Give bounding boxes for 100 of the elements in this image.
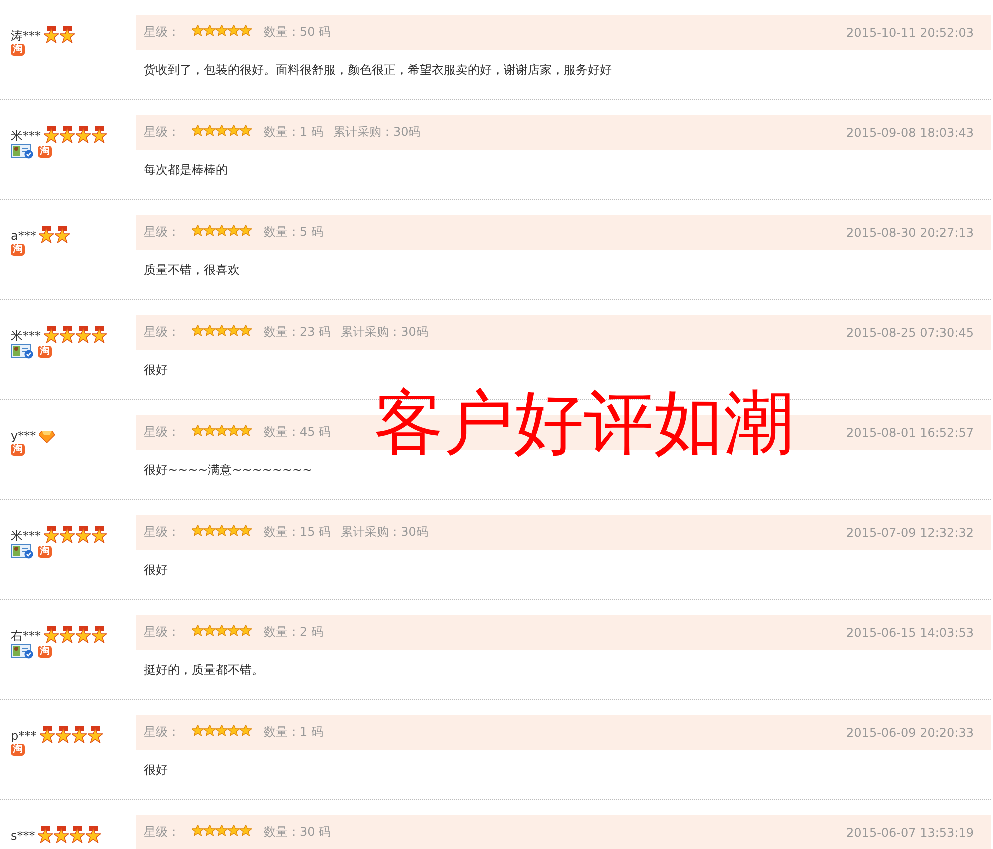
user-name: 涛*** <box>11 29 41 43</box>
star-icon <box>228 725 240 736</box>
medal-icon <box>55 226 70 243</box>
taobao-badge: 淘 <box>38 346 52 358</box>
review-comment: 很好 <box>143 562 169 579</box>
star-icon <box>216 625 228 636</box>
review-comment: 货收到了，包装的很好。面料很舒服，颜色很正，希望衣服卖的好，谢谢店家，服务好好 <box>143 62 613 79</box>
star-icon <box>216 725 228 736</box>
medal-icon <box>76 126 91 143</box>
star-icon <box>192 525 204 536</box>
quantity-text: 数量：1 码 <box>264 124 324 141</box>
review-date: 2015-09-08 18:03:43 <box>846 126 974 140</box>
review-date: 2015-08-01 16:52:57 <box>846 426 974 440</box>
star-icon <box>240 25 252 36</box>
star-icon <box>192 225 204 236</box>
taobao-badge: 淘 <box>38 646 52 658</box>
quantity-text: 数量：2 码 <box>264 624 324 641</box>
review-date: 2015-06-15 14:03:53 <box>846 626 974 640</box>
user-name: 米*** <box>11 529 41 543</box>
star-icon <box>228 325 240 336</box>
rating-label: 星级： <box>144 624 180 641</box>
star-icon <box>228 525 240 536</box>
user-name: p*** <box>11 729 37 743</box>
medal-icon <box>86 826 102 843</box>
diamond-icon <box>39 431 56 443</box>
star-icon <box>192 325 204 336</box>
star-icon <box>240 725 252 736</box>
medal-icon <box>44 326 59 343</box>
user-name: a*** <box>11 229 36 243</box>
star-icon <box>192 25 204 36</box>
medal-icon <box>60 526 75 543</box>
star-icon <box>204 725 216 736</box>
star-icon <box>192 825 204 836</box>
star-icon <box>204 25 216 36</box>
star-icon <box>240 425 252 436</box>
medal-icon <box>56 726 71 743</box>
overlay-caption: 客户好评如潮 <box>374 382 794 464</box>
review-date: 2015-10-11 20:52:03 <box>846 26 974 40</box>
rating-label: 星级： <box>144 124 180 141</box>
star-icon <box>204 525 216 536</box>
medal-icon <box>92 326 107 343</box>
rating-label: 星级： <box>144 424 180 441</box>
taobao-badge: 淘 <box>11 244 25 256</box>
star-icon <box>204 325 216 336</box>
star-icon <box>240 125 252 136</box>
medal-icon <box>72 726 87 743</box>
review-comment: 很好~~~~满意~~~~~~~~ <box>143 462 314 479</box>
star-icon <box>204 425 216 436</box>
rating-label: 星级： <box>144 524 180 541</box>
user-name: 米*** <box>11 329 41 343</box>
quantity-text: 数量：23 码 <box>264 324 332 341</box>
star-icon <box>228 25 240 36</box>
medal-icon <box>40 726 55 743</box>
star-icon <box>192 625 204 636</box>
star-icon <box>192 425 204 436</box>
quantity-text: 数量：5 码 <box>264 224 324 241</box>
review-comment: 挺好的，质量都不错。 <box>143 662 265 679</box>
star-icon <box>204 125 216 136</box>
star-icon <box>240 325 252 336</box>
rating-label: 星级： <box>144 224 180 241</box>
star-icon <box>216 325 228 336</box>
medal-icon <box>92 526 107 543</box>
cumulative-text: 累计采购：30码 <box>333 124 421 141</box>
medal-icon <box>39 226 54 243</box>
star-icon <box>192 725 204 736</box>
star-icon <box>240 625 252 636</box>
cumulative-text: 累计采购：30码 <box>341 524 428 541</box>
star-icon <box>228 625 240 636</box>
medal-icon <box>76 626 91 643</box>
rating-label: 星级： <box>144 24 180 41</box>
quantity-text: 数量：45 码 <box>264 424 332 441</box>
star-icon <box>228 825 240 836</box>
star-icon <box>240 525 252 536</box>
user-name: s*** <box>11 829 36 843</box>
quantity-text: 数量：1 码 <box>264 724 324 741</box>
review-date: 2015-06-07 13:53:19 <box>846 826 974 840</box>
rating-label: 星级： <box>144 724 180 741</box>
medal-icon <box>92 626 107 643</box>
medal-icon <box>44 526 59 543</box>
medal-icon <box>44 126 59 143</box>
medal-icon <box>44 626 59 643</box>
review-comment: 质量不错，很喜欢 <box>143 262 241 279</box>
medal-icon <box>44 26 59 43</box>
medal-icon <box>60 326 75 343</box>
review-comment: 每次都是棒棒的 <box>143 162 229 179</box>
star-icon <box>216 825 228 836</box>
review-date: 2015-07-09 12:32:32 <box>846 526 974 540</box>
rating-label: 星级： <box>144 324 180 341</box>
star-icon <box>216 225 228 236</box>
medal-icon <box>76 326 91 343</box>
star-icon <box>240 825 252 836</box>
star-icon <box>216 425 228 436</box>
medal-icon <box>70 826 86 843</box>
star-icon <box>228 125 240 136</box>
user-name: 右*** <box>11 629 41 643</box>
medal-icon <box>88 726 103 743</box>
star-icon <box>204 225 216 236</box>
taobao-badge: 淘 <box>38 546 52 558</box>
taobao-badge: 淘 <box>11 444 25 456</box>
rating-label: 星级： <box>144 824 180 841</box>
